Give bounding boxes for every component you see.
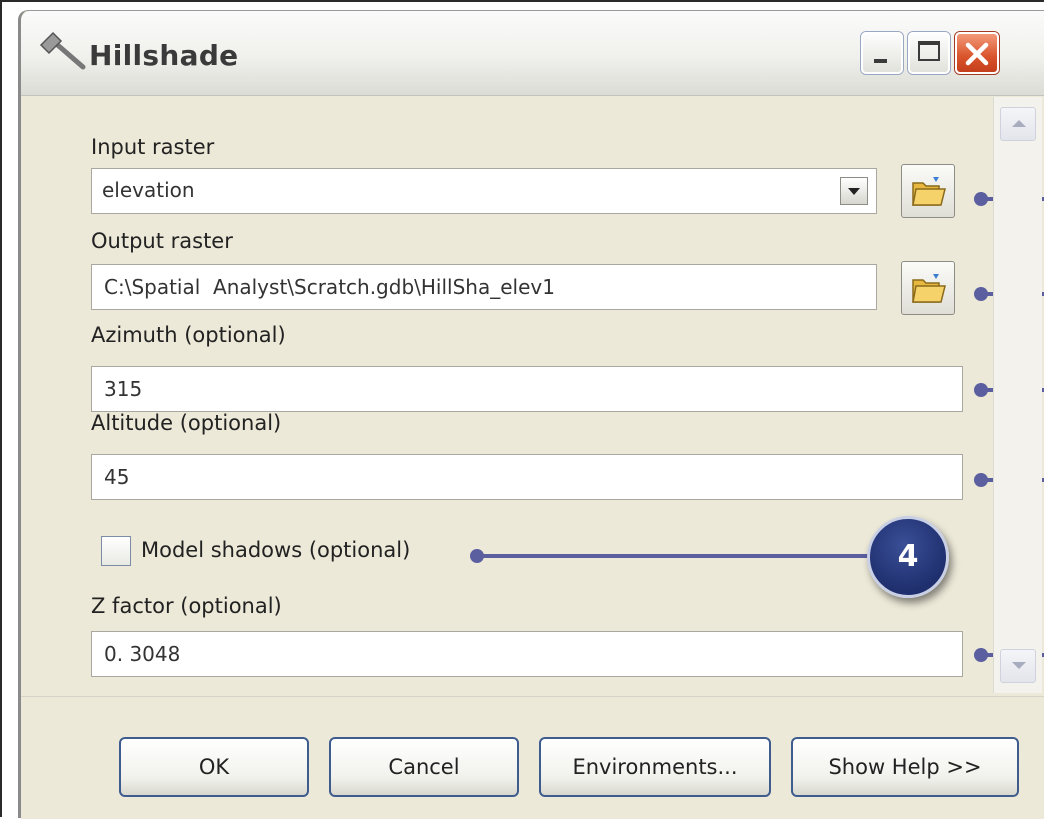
minimize-button[interactable] <box>861 32 903 74</box>
maximize-icon <box>918 41 940 61</box>
input-raster-browse-button[interactable] <box>901 164 955 218</box>
z-factor-field[interactable] <box>91 631 963 677</box>
dialog-title: Hillshade <box>89 39 239 72</box>
model-shadows-label: Model shadows (optional) <box>141 538 411 562</box>
close-button[interactable] <box>955 32 999 74</box>
dropdown-arrow-icon[interactable] <box>840 177 868 205</box>
output-raster-label: Output raster <box>91 229 233 253</box>
environments-button[interactable]: Environments... <box>539 737 771 797</box>
minimize-icon <box>874 59 887 63</box>
altitude-label: Altitude (optional) <box>91 411 282 435</box>
azimuth-field[interactable] <box>91 366 963 412</box>
scroll-up-arrow-icon[interactable] <box>1000 107 1036 141</box>
input-raster-label: Input raster <box>91 135 215 159</box>
input-raster-value: elevation <box>102 178 195 202</box>
azimuth-label: Azimuth (optional) <box>91 323 286 347</box>
callout-line <box>476 554 871 558</box>
hammer-tool-icon <box>39 31 86 70</box>
cancel-button[interactable]: Cancel <box>329 737 519 797</box>
scroll-down-arrow-icon[interactable] <box>1000 649 1036 683</box>
close-icon <box>965 42 989 66</box>
title-bar: Hillshade <box>21 11 1044 96</box>
input-raster-combobox[interactable]: elevation <box>91 168 877 214</box>
ok-button[interactable]: OK <box>119 737 309 797</box>
z-factor-label: Z factor (optional) <box>91 594 282 618</box>
output-raster-field[interactable] <box>91 264 877 310</box>
model-shadows-checkbox[interactable] <box>101 536 131 566</box>
open-folder-icon <box>912 274 946 303</box>
vertical-scrollbar[interactable] <box>993 97 1042 693</box>
altitude-field[interactable] <box>91 454 963 500</box>
maximize-button[interactable] <box>908 32 950 74</box>
step-number-badge: 4 <box>867 516 949 598</box>
open-folder-icon <box>912 177 946 206</box>
output-raster-browse-button[interactable] <box>901 261 955 315</box>
hillshade-dialog: Hillshade Input raster elevation Output … <box>18 10 1044 819</box>
show-help-button[interactable]: Show Help >> <box>791 737 1019 797</box>
